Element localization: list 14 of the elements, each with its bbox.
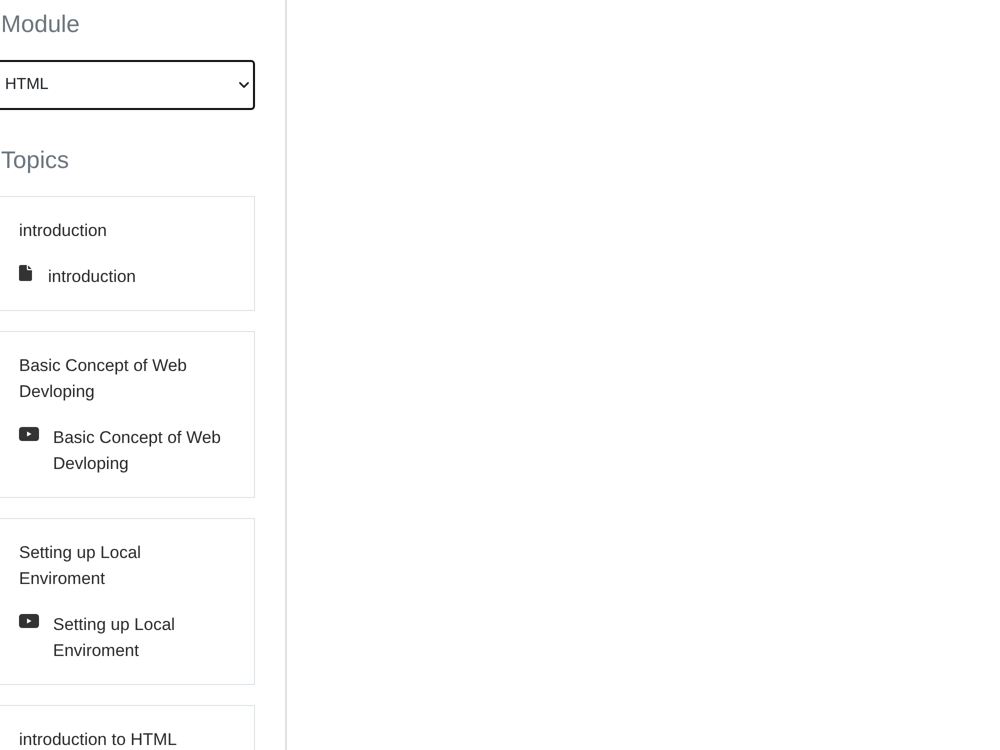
topic-title: introduction to HTML [19, 729, 178, 750]
topic-title: introduction [19, 220, 108, 242]
video-play-icon [19, 427, 39, 441]
lesson-link[interactable]: Basic Concept of Web Devloping [53, 425, 234, 477]
lesson-link[interactable]: introduction [48, 264, 136, 290]
document-icon [19, 265, 32, 281]
chevron-down-icon [239, 82, 249, 88]
topic-title: Basic Concept of Web Devloping [19, 355, 188, 403]
topic-title: Setting up Local Enviroment [19, 542, 142, 590]
module-select[interactable]: HTML [0, 60, 255, 110]
video-play-icon [19, 614, 39, 628]
section-heading: Module [1, 10, 81, 39]
section-heading: Topics [1, 146, 70, 175]
lesson-link[interactable]: Setting up Local Enviroment [53, 612, 234, 664]
